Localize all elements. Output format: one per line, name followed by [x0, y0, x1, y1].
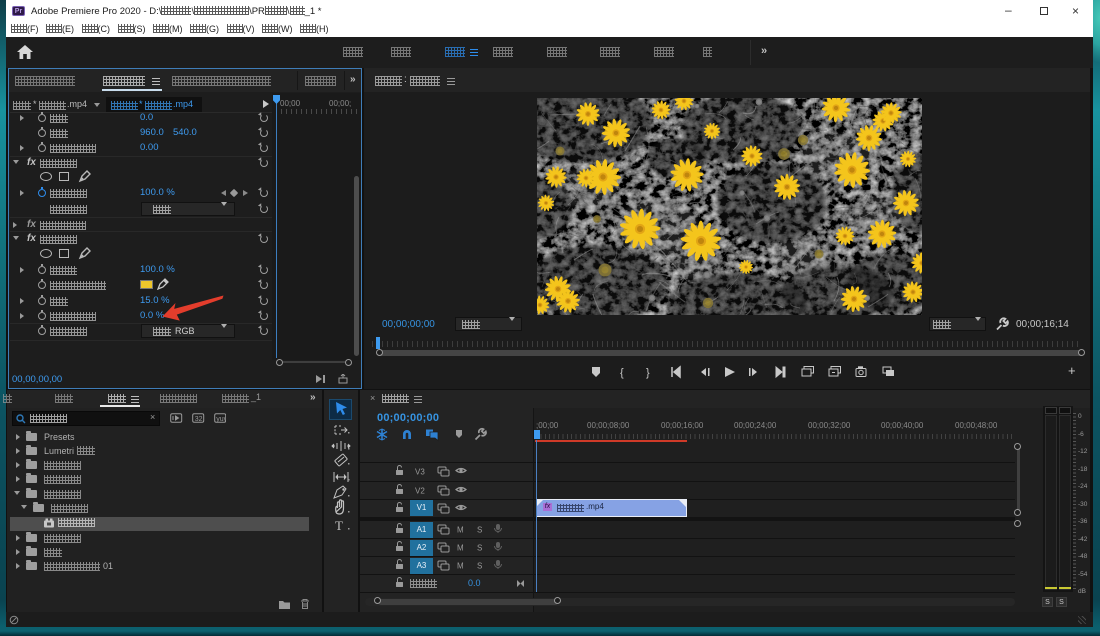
svg-text:yuv: yuv — [216, 416, 226, 423]
svg-text:M: M — [457, 544, 464, 553]
svg-text:M: M — [457, 562, 464, 571]
svg-text:T: T — [335, 518, 343, 533]
svg-text:M: M — [457, 526, 464, 535]
svg-text:}: } — [646, 367, 650, 379]
svg-text:V2: V2 — [415, 487, 425, 496]
svg-text:32: 32 — [195, 416, 203, 423]
svg-text:S: S — [477, 562, 482, 571]
svg-text:S: S — [477, 526, 482, 535]
svg-text:V3: V3 — [415, 468, 425, 477]
svg-text:S: S — [477, 544, 482, 553]
svg-text:{: { — [620, 367, 624, 379]
